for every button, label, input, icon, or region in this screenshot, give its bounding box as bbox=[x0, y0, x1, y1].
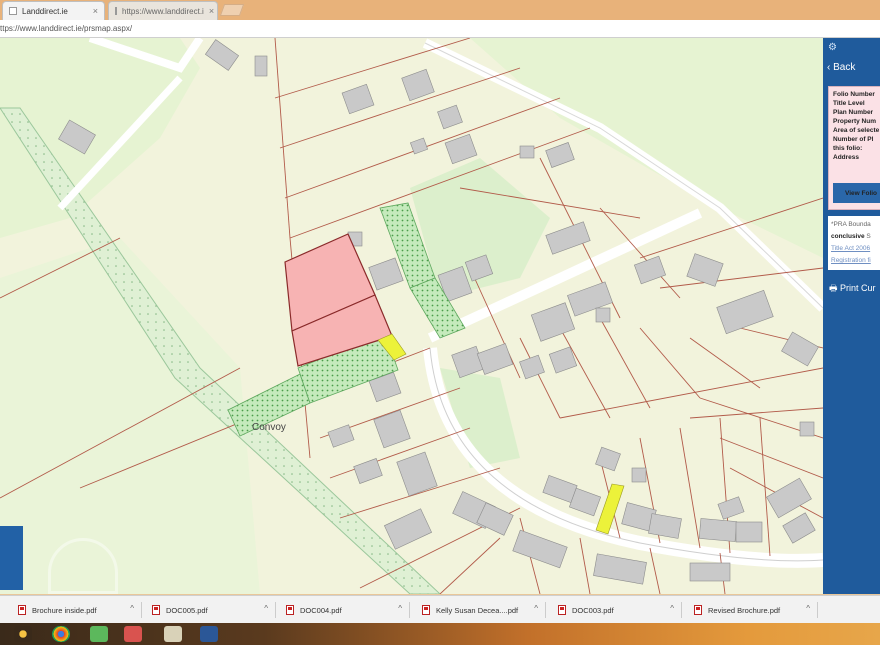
download-item[interactable]: Revised Brochure.pdf ^ bbox=[684, 600, 818, 620]
registration-link[interactable]: Registration fi bbox=[831, 255, 880, 267]
app-red-icon[interactable] bbox=[124, 626, 142, 642]
download-name: DOC004.pdf bbox=[300, 605, 342, 615]
chevron-up-icon[interactable]: ^ bbox=[264, 604, 268, 613]
favicon-icon bbox=[115, 7, 117, 15]
download-name: DOC003.pdf bbox=[572, 605, 614, 615]
pdf-icon bbox=[18, 605, 26, 615]
field-plan-number: Plan Number bbox=[833, 109, 874, 116]
chrome-icon[interactable] bbox=[52, 626, 70, 642]
download-name: Revised Brochure.pdf bbox=[708, 605, 781, 615]
word-icon[interactable] bbox=[200, 626, 218, 642]
field-property-number: Property Num bbox=[833, 118, 876, 125]
chevron-up-icon[interactable]: ^ bbox=[534, 604, 538, 613]
divider bbox=[545, 602, 546, 618]
download-item[interactable]: Brochure inside.pdf ^ bbox=[8, 600, 142, 620]
note-after-bold: S bbox=[866, 233, 871, 240]
os-taskbar bbox=[0, 623, 880, 645]
download-name: Kelly Susan Decea....pdf bbox=[436, 605, 519, 615]
download-item[interactable]: DOC003.pdf ^ bbox=[548, 600, 682, 620]
back-button[interactable]: ‹ Back bbox=[827, 62, 855, 73]
downloads-bar: Brochure inside.pdf ^ DOC005.pdf ^ DOC00… bbox=[0, 595, 880, 623]
url-text: ttps://www.landdirect.ie/prsmap.aspx/ bbox=[0, 24, 133, 33]
new-tab-button[interactable] bbox=[219, 4, 245, 16]
print-button[interactable]: 🖶 Print Cur bbox=[829, 281, 876, 297]
chevron-left-icon: ‹ bbox=[827, 62, 831, 73]
title-act-link[interactable]: Title Act 2006 bbox=[831, 243, 880, 255]
folder-icon[interactable] bbox=[164, 626, 182, 642]
favicon-icon bbox=[9, 7, 17, 15]
pdf-icon bbox=[558, 605, 566, 615]
address-bar[interactable]: ttps://www.landdirect.ie/prsmap.aspx/ bbox=[0, 20, 880, 38]
field-this-folio: this folio: bbox=[833, 145, 863, 152]
download-name: Brochure inside.pdf bbox=[32, 605, 97, 615]
tab-landdirect-2[interactable]: https://www.landdirect.i × bbox=[108, 1, 218, 20]
field-number-of-plans: Number of Pl bbox=[833, 136, 874, 143]
divider bbox=[409, 602, 410, 618]
pdf-icon bbox=[152, 605, 160, 615]
print-icon: 🖶 bbox=[829, 283, 838, 293]
tab-title: Landdirect.ie bbox=[22, 6, 68, 16]
note-line-1: *PRA Bounda bbox=[831, 221, 871, 228]
print-label: Print Cur bbox=[840, 283, 876, 293]
left-edge-panel bbox=[0, 526, 23, 590]
app-green-icon[interactable] bbox=[90, 626, 108, 642]
divider bbox=[681, 602, 682, 618]
folio-info-box: Folio Number Title Level Plan Number Pro… bbox=[828, 86, 880, 210]
field-address: Address bbox=[833, 154, 860, 161]
media-player-icon[interactable] bbox=[14, 626, 32, 642]
view-folio-button[interactable]: View Folio bbox=[833, 183, 880, 203]
close-icon[interactable]: × bbox=[93, 6, 98, 16]
pra-boundary-note: *PRA Bounda conclusive S Title Act 2006 … bbox=[828, 216, 880, 270]
close-icon[interactable]: × bbox=[209, 6, 214, 16]
pdf-icon bbox=[422, 605, 430, 615]
pdf-icon bbox=[286, 605, 294, 615]
tab-title: https://www.landdirect.i bbox=[122, 6, 204, 16]
highlight-parcel bbox=[595, 483, 625, 535]
map-canvas[interactable]: Convoy bbox=[0, 38, 823, 594]
field-folio-number: Folio Number bbox=[833, 91, 875, 98]
chevron-up-icon[interactable]: ^ bbox=[670, 604, 674, 613]
back-label: Back bbox=[833, 62, 856, 73]
download-name: DOC005.pdf bbox=[166, 605, 208, 615]
place-label-convoy: Convoy bbox=[252, 422, 286, 433]
download-item[interactable]: Kelly Susan Decea....pdf ^ bbox=[412, 600, 546, 620]
map-svg[interactable]: Convoy bbox=[0, 38, 823, 594]
download-item[interactable]: DOC004.pdf ^ bbox=[276, 600, 410, 620]
divider bbox=[817, 602, 818, 618]
note-bold: conclusive bbox=[831, 233, 865, 240]
tab-landdirect[interactable]: Landdirect.ie × bbox=[2, 1, 105, 20]
folio-side-panel: ⚙ ‹ Back Folio Number Title Level Plan N… bbox=[823, 38, 880, 594]
pdf-icon bbox=[694, 605, 702, 615]
gear-icon[interactable]: ⚙ bbox=[828, 42, 837, 53]
browser-tab-bar: Landdirect.ie × https://www.landdirect.i… bbox=[0, 0, 880, 20]
download-item[interactable]: DOC005.pdf ^ bbox=[142, 600, 276, 620]
chevron-up-icon[interactable]: ^ bbox=[398, 604, 402, 613]
field-title-level: Title Level bbox=[833, 100, 865, 107]
chevron-up-icon[interactable]: ^ bbox=[806, 604, 810, 613]
field-area-selected: Area of selecte bbox=[833, 127, 880, 134]
chevron-up-icon[interactable]: ^ bbox=[130, 604, 134, 613]
